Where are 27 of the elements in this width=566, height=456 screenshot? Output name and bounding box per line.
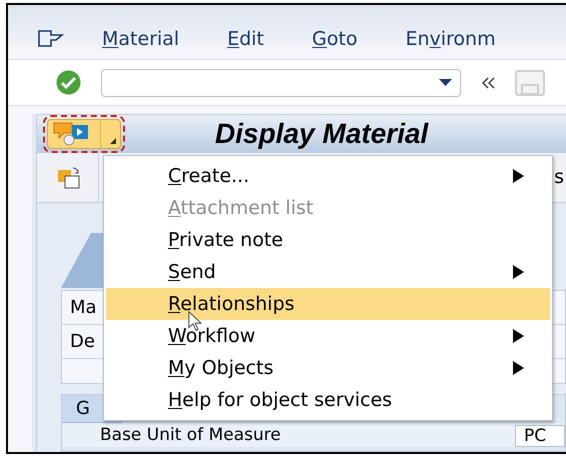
submenu-arrow-icon — [513, 361, 524, 375]
menu-item[interactable]: Create... — [106, 160, 550, 192]
collapse-icon[interactable] — [481, 76, 495, 88]
menu-item[interactable]: Goto — [312, 24, 358, 54]
caret-icon — [110, 138, 116, 144]
menu-item[interactable]: Material — [102, 24, 180, 54]
field-label: Ma — [70, 296, 97, 320]
menu-item[interactable]: Edit — [227, 24, 264, 54]
check-icon[interactable] — [56, 70, 81, 95]
copy-icon — [56, 166, 80, 190]
menu-item[interactable]: Send — [106, 256, 550, 288]
submenu-arrow-icon — [513, 169, 524, 183]
menu-item[interactable]: My Objects — [106, 352, 550, 384]
command-field[interactable] — [101, 68, 461, 96]
window-title: Display Material — [215, 117, 428, 151]
unit-field[interactable]: PC — [515, 425, 565, 447]
toolbar-text[interactable]: s — [554, 163, 564, 192]
submenu-arrow-icon — [513, 329, 524, 343]
menu-item[interactable]: Workflow — [106, 320, 550, 352]
submenu-arrow-icon — [513, 265, 524, 279]
dropdown-icon — [439, 79, 452, 86]
menu-icon[interactable] — [38, 30, 64, 48]
menu-item[interactable]: Environm — [405, 24, 496, 54]
field-label: De — [70, 330, 95, 354]
menu-item[interactable]: Private note — [106, 224, 550, 256]
menu-item[interactable]: Relationships — [106, 288, 550, 320]
field-label: Base Unit of Measure — [100, 425, 281, 445]
